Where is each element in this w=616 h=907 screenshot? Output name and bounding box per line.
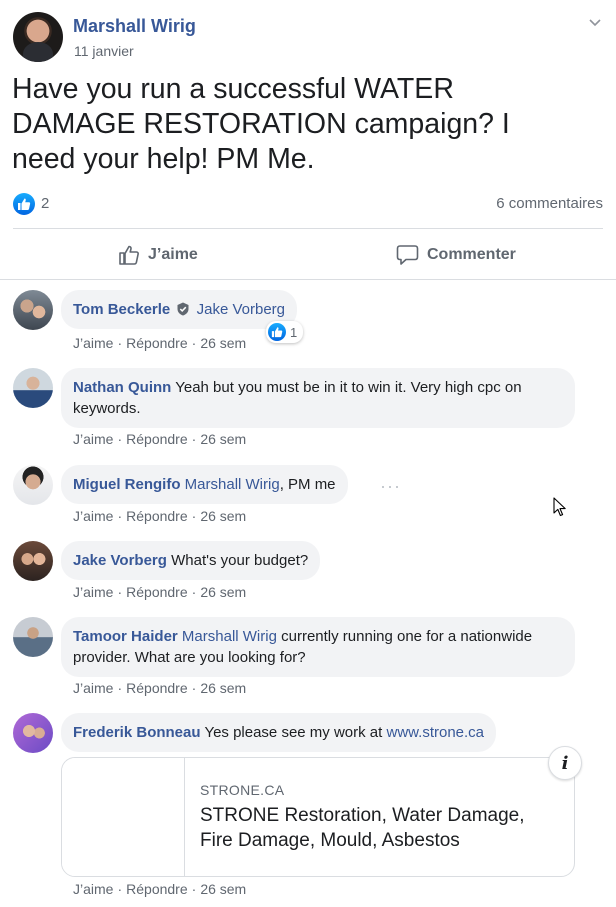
comment-time[interactable]: 26 sem [200,680,246,696]
comment-time[interactable]: 26 sem [200,584,246,600]
like-reaction-icon [268,323,286,341]
link-preview-thumbnail [62,758,185,876]
commenter-avatar[interactable] [13,617,53,657]
post-date[interactable]: 11 janvier [74,43,134,59]
comment-actions: J’aime · Répondre · 26 sem [73,680,247,696]
mention-link[interactable]: Marshall Wirig [182,628,277,645]
like-button[interactable]: J’aime [118,240,198,270]
commenter-name[interactable]: Jake Vorberg [73,552,167,569]
comment-time[interactable]: 26 sem [200,508,246,524]
thumbs-up-icon [119,245,139,265]
comment-reply-link[interactable]: Répondre [126,508,188,524]
commenter-avatar[interactable] [13,290,53,330]
comment-like-link[interactable]: J’aime [73,508,113,524]
verified-badge-icon [177,302,189,316]
comment-reply-link[interactable]: Répondre [126,881,188,897]
comment-actions: J’aime · Répondre · 26 sem [73,335,247,351]
commenter-name[interactable]: Frederik Bonneau [73,724,201,741]
comment-text: , PM me [279,476,336,493]
comment-time[interactable]: 26 sem [200,881,246,897]
comment-actions: J’aime · Répondre · 26 sem [73,584,247,600]
reactions-bar: 2 6 commentaires [13,193,603,215]
commenter-name[interactable]: Tamoor Haider [73,628,178,645]
link-preview-card[interactable]: STRONE.CA STRONE Restoration, Water Dama… [61,757,575,877]
comment-actions: J’aime · Répondre · 26 sem [73,431,247,447]
chevron-down-icon[interactable] [587,14,603,30]
commenter-avatar[interactable] [13,713,53,753]
comment-bubble: Frederik Bonneau Yes please see my work … [61,713,497,752]
commenter-avatar[interactable] [13,368,53,408]
commenter-name[interactable]: Miguel Rengifo [73,476,181,493]
commenter-name[interactable]: Tom Beckerle [73,301,170,318]
divider [13,228,603,229]
commenter-name[interactable]: Nathan Quinn [73,379,171,396]
post-author-name[interactable]: Marshall Wirig [73,16,196,37]
comment-reply-link[interactable]: Répondre [126,335,188,351]
mention-link[interactable]: Marshall Wirig [185,476,280,493]
info-icon[interactable]: i [548,746,582,780]
link-preview-domain: STRONE.CA [200,782,285,798]
mention-link[interactable]: Jake Vorberg [197,301,285,318]
like-reaction-icon[interactable] [13,193,35,215]
comment-bubble: Miguel Rengifo Marshall Wirig, PM me [61,465,348,504]
commenter-avatar[interactable] [13,465,53,505]
external-link[interactable]: www.strone.ca [386,724,484,741]
comment-like-link[interactable]: J’aime [73,335,113,351]
comment-bubble: Tamoor Haider Marshall Wirig currently r… [61,617,575,677]
comment-time[interactable]: 26 sem [200,335,246,351]
comment-reply-link[interactable]: Répondre [126,584,188,600]
comment-like-link[interactable]: J’aime [73,881,113,897]
comment-text: Yes please see my work at [204,724,383,741]
comment-reaction-count: 1 [290,324,298,340]
link-preview-title: STRONE Restoration, Water Damage, Fire D… [200,805,525,851]
comment-bubble: Nathan Quinn Yeah but you must be in it … [61,368,575,428]
comment-actions: J’aime · Répondre · 26 sem [73,508,247,524]
comment-icon [396,245,419,265]
comment-bubble: Tom Beckerle Jake Vorberg [61,290,297,329]
comment-reply-link[interactable]: Répondre [126,680,188,696]
comment-button-label: Commenter [427,246,516,263]
author-avatar[interactable] [13,12,63,62]
reaction-count[interactable]: 2 [41,195,49,212]
comment-like-link[interactable]: J’aime [73,584,113,600]
comment-like-link[interactable]: J’aime [73,680,113,696]
mouse-cursor-icon [553,497,566,517]
comment-like-link[interactable]: J’aime [73,431,113,447]
post-header: Marshall Wirig 11 janvier [13,12,603,62]
comment-reaction-badge[interactable]: 1 [266,321,304,343]
comment-button[interactable]: Commenter [396,240,516,270]
more-options-icon[interactable]: ··· [380,476,401,497]
comment-bubble: Jake Vorberg What's your budget? [61,541,321,580]
comment-text: What's your budget? [171,552,309,569]
comments-count[interactable]: 6 commentaires [496,195,603,212]
comment-reply-link[interactable]: Répondre [126,431,188,447]
comment-time[interactable]: 26 sem [200,431,246,447]
post-text: Have you run a successful WATER DAMAGE R… [12,73,510,175]
comment-actions: J’aime · Répondre · 26 sem [73,881,247,897]
like-button-label: J’aime [148,246,198,263]
divider [0,279,616,280]
commenter-avatar[interactable] [13,541,53,581]
